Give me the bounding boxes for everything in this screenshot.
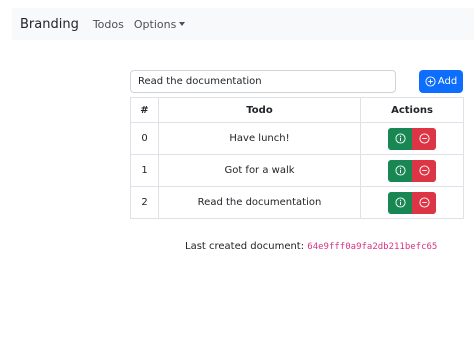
nav-dropdown-options[interactable]: Options (133, 17, 186, 31)
row-todo-text: Read the documentation (158, 186, 361, 219)
dash-circle-icon (418, 197, 430, 208)
row-index: 0 (130, 122, 159, 155)
info-circle-icon (394, 165, 406, 176)
table-header-row: # Todo Actions (130, 97, 464, 123)
row-index: 2 (130, 186, 159, 219)
row-actions (360, 154, 464, 187)
last-created-label: Last created document: (185, 241, 305, 252)
last-created-line: Last created document: 64e9fff0a9fa2db21… (185, 241, 437, 252)
info-circle-icon (394, 133, 406, 144)
info-circle-icon (394, 197, 406, 208)
dash-circle-icon (418, 165, 430, 176)
row-todo-text: Got for a walk (158, 154, 361, 187)
nav-link-todos-label: Todos (92, 17, 124, 31)
add-button-label: Add (437, 76, 458, 87)
dash-circle-icon (418, 133, 430, 144)
nav-link-options-label: Options (133, 17, 177, 31)
row-actions (360, 186, 464, 219)
delete-button[interactable] (412, 159, 436, 182)
nav-link-todos[interactable]: Todos (93, 18, 124, 31)
column-header-todo: Todo (158, 97, 361, 123)
navbar: Branding Todos Options (12, 8, 474, 40)
row-index: 1 (130, 154, 159, 187)
info-button[interactable] (388, 159, 412, 182)
column-header-actions: Actions (360, 97, 464, 123)
delete-button[interactable] (412, 191, 436, 214)
todo-input[interactable]: Read the documentation (130, 70, 396, 93)
last-created-document-id: 64e9fff0a9fa2db211befc65 (307, 242, 438, 252)
todo-table: # Todo Actions 0 Have lunch! 1 Got for a… (130, 97, 464, 219)
caret-down-icon (179, 22, 186, 26)
delete-button[interactable] (412, 127, 436, 150)
table-row: 0 Have lunch! (130, 122, 464, 155)
info-button[interactable] (388, 191, 412, 214)
row-actions (360, 122, 464, 155)
table-row: 1 Got for a walk (130, 154, 464, 187)
row-todo-text: Have lunch! (158, 122, 361, 155)
column-header-index: # (130, 97, 159, 123)
navbar-brand[interactable]: Branding (20, 17, 79, 32)
plus-circle-icon (425, 76, 436, 87)
add-button[interactable]: Add (419, 70, 463, 93)
table-row: 2 Read the documentation (130, 186, 464, 219)
info-button[interactable] (388, 127, 412, 150)
